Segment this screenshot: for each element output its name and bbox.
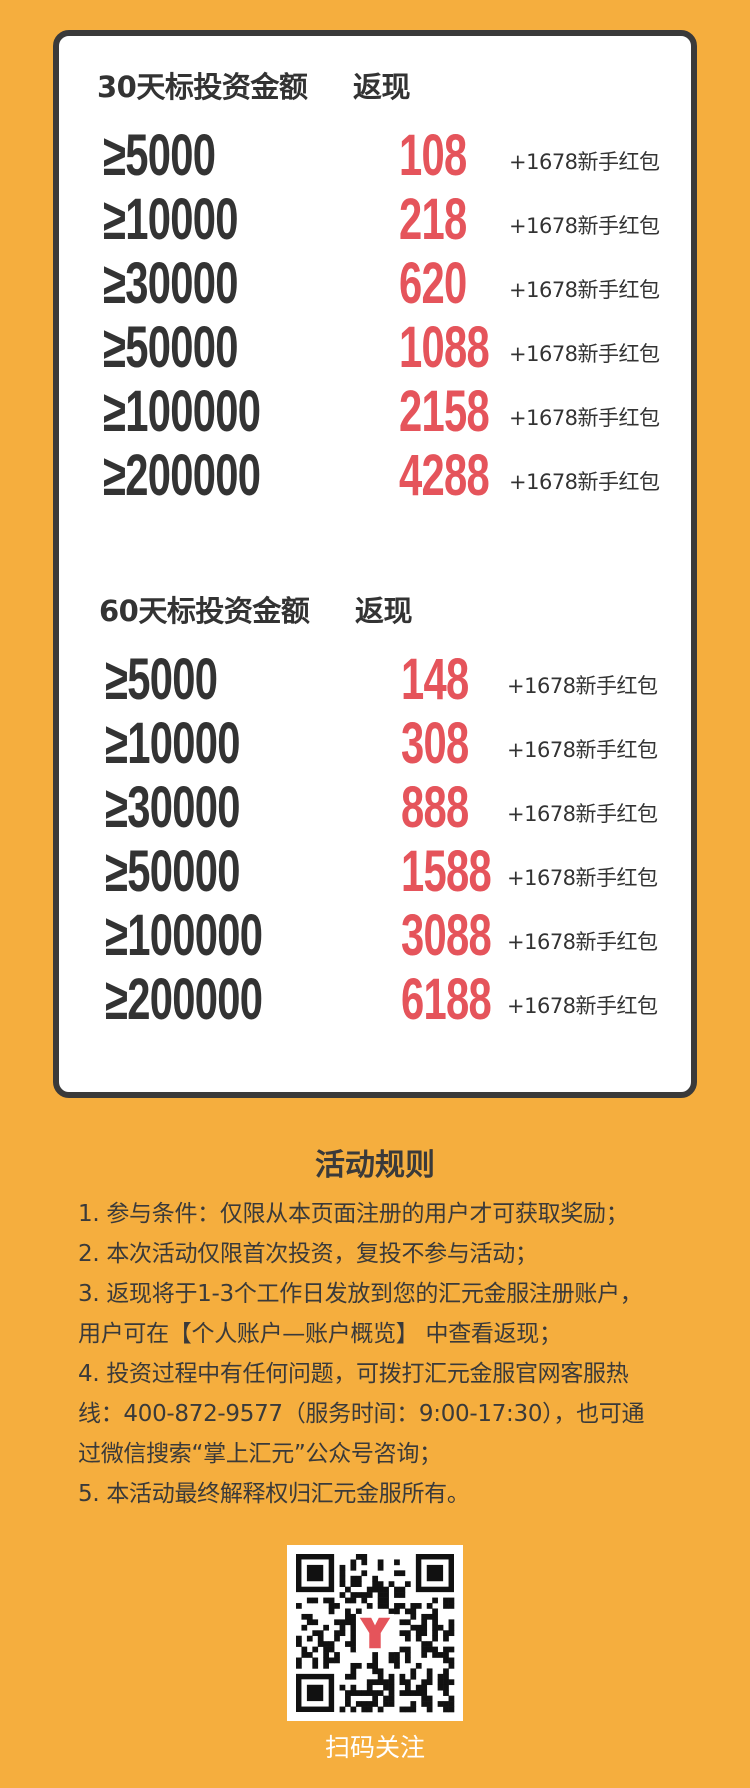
bonus-text: +1678新手红包 (509, 150, 660, 174)
bonus-text: +1678新手红包 (507, 866, 658, 890)
invest-amount: ≥10000 (105, 711, 240, 776)
bonus-text: +1678新手红包 (509, 470, 660, 494)
cashback-value: 1088 (399, 315, 490, 380)
table-30-header-cashback: 返现 (353, 70, 411, 104)
bonus-text: +1678新手红包 (507, 994, 658, 1018)
bonus-text: +1678新手红包 (507, 738, 658, 762)
invest-amount: ≥30000 (103, 251, 238, 316)
cashback-value: 888 (401, 775, 469, 840)
rules-list: 1. 参与条件：仅限从本页面注册的用户才可获取奖励； 2. 本次活动仅限首次投资… (78, 1194, 688, 1514)
invest-amount: ≥50000 (105, 839, 240, 904)
table-row: ≥50000 1088 +1678新手红包 (59, 316, 691, 380)
cashback-value: 6188 (401, 967, 492, 1032)
table-row: ≥5000 148 +1678新手红包 (59, 648, 691, 712)
table-row: ≥30000 620 +1678新手红包 (59, 252, 691, 316)
invest-amount: ≥100000 (105, 903, 263, 968)
cashback-value: 2158 (399, 379, 490, 444)
table-row: ≥30000 888 +1678新手红包 (59, 776, 691, 840)
cashback-value: 108 (399, 123, 467, 188)
invest-amount: ≥30000 (105, 775, 240, 840)
table-row: ≥10000 218 +1678新手红包 (59, 188, 691, 252)
invest-amount: ≥200000 (103, 443, 261, 508)
rules-line: 过微信搜索“掌上汇元”公众号咨询； (78, 1441, 442, 1467)
bonus-text: +1678新手红包 (507, 674, 658, 698)
rules-line: 4. 投资过程中有任何问题，可拨打汇元金服官网客服热 (78, 1361, 629, 1387)
bonus-text: +1678新手红包 (507, 930, 658, 954)
invest-amount: ≥5000 (105, 647, 218, 712)
invest-amount: ≥200000 (105, 967, 263, 1032)
rules-line: 线：400-872-9577（服务时间：9:00-17:30），也可通 (78, 1401, 645, 1427)
cashback-value: 148 (401, 647, 469, 712)
table-row: ≥100000 2158 +1678新手红包 (59, 380, 691, 444)
table-row: ≥50000 1588 +1678新手红包 (59, 840, 691, 904)
table-row: ≥10000 308 +1678新手红包 (59, 712, 691, 776)
cashback-value: 620 (399, 251, 467, 316)
rules-line: 2. 本次活动仅限首次投资，复投不参与活动； (78, 1241, 538, 1267)
rules-line: 3. 返现将于1-3个工作日发放到您的汇元金服注册账户， (78, 1281, 643, 1307)
table-row: ≥200000 6188 +1678新手红包 (59, 968, 691, 1032)
cashback-card: 30天标投资金额 返现 ≥5000 108 +1678新手红包 ≥10000 2… (53, 30, 697, 1098)
invest-amount: ≥50000 (103, 315, 238, 380)
cashback-value: 308 (401, 711, 469, 776)
bonus-text: +1678新手红包 (507, 802, 658, 826)
table-row: ≥5000 108 +1678新手红包 (59, 124, 691, 188)
invest-amount: ≥10000 (103, 187, 238, 252)
cashback-value: 4288 (399, 443, 490, 508)
table-60-header-amount: 60天标投资金额 (99, 594, 310, 628)
table-30-header-amount: 30天标投资金额 (97, 70, 308, 104)
rules-line: 1. 参与条件：仅限从本页面注册的用户才可获取奖励； (78, 1201, 629, 1227)
table-row: ≥100000 3088 +1678新手红包 (59, 904, 691, 968)
cashback-value: 218 (399, 187, 467, 252)
bonus-text: +1678新手红包 (509, 406, 660, 430)
invest-amount: ≥5000 (103, 123, 216, 188)
qr-code-icon[interactable] (287, 1545, 463, 1721)
cashback-value: 1588 (401, 839, 492, 904)
rules-line: 用户可在【个人账户—账户概览】 中查看返现； (78, 1321, 562, 1347)
table-row: ≥200000 4288 +1678新手红包 (59, 444, 691, 508)
bonus-text: +1678新手红包 (509, 278, 660, 302)
table-60-header-cashback: 返现 (355, 594, 413, 628)
cashback-value: 3088 (401, 903, 492, 968)
bonus-text: +1678新手红包 (509, 214, 660, 238)
invest-amount: ≥100000 (103, 379, 261, 444)
bonus-text: +1678新手红包 (509, 342, 660, 366)
rules-line: 5. 本活动最终解释权归汇元金服所有。 (78, 1481, 470, 1507)
rules-title: 活动规则 (315, 1148, 435, 1183)
qr-caption: 扫码关注 (324, 1733, 425, 1762)
